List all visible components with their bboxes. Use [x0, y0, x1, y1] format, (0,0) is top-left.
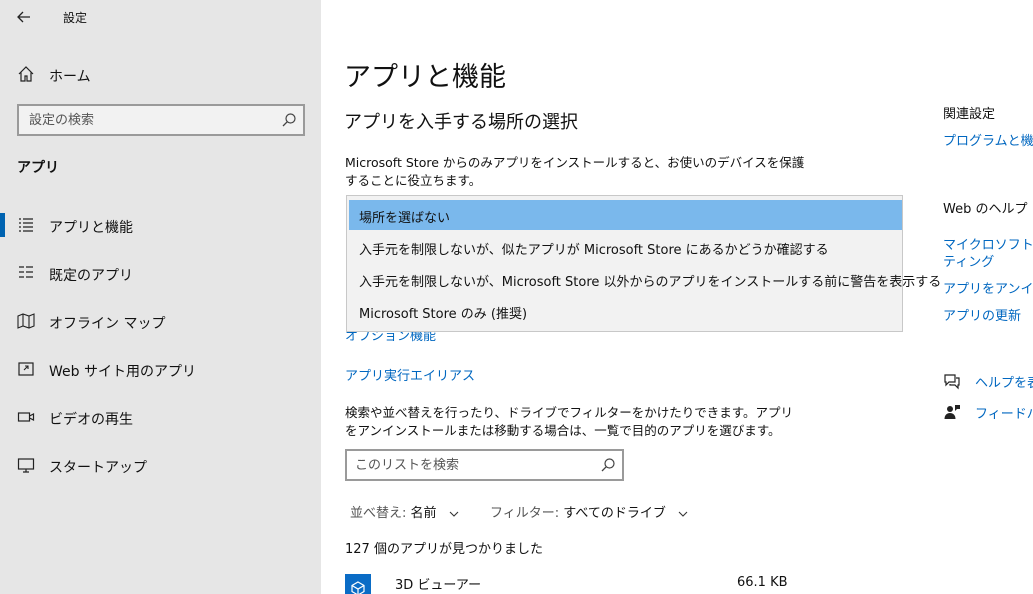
web-help-link-uninstall[interactable]: アプリをアンインス — [943, 278, 1033, 297]
settings-search-box[interactable] — [17, 104, 305, 136]
web-apps-icon — [18, 362, 34, 376]
sidebar-item-apps-features[interactable]: アプリと機能 — [0, 205, 321, 245]
sidebar-item-home[interactable]: ホーム — [0, 57, 321, 91]
sidebar-item-label: 既定のアプリ — [49, 268, 133, 284]
dropdown-option-anywhere[interactable]: 場所を選ばない — [349, 200, 902, 230]
filter-key: フィルター: — [490, 506, 560, 521]
search-icon[interactable] — [281, 112, 297, 128]
dropdown-option-warn-before-install[interactable]: 入手元を制限しないが、Microsoft Store 以外からのアプリをインスト… — [349, 264, 941, 294]
page-title: アプリと機能 — [344, 62, 506, 93]
app-source-description: Microsoft Store からのみアプリをインストールすると、お使いのデバ… — [345, 155, 805, 188]
related-settings-heading: 関連設定 — [943, 107, 996, 122]
app-list-item[interactable]: 3D ビューアー 66.1 KB — [345, 572, 788, 594]
dropdown-option-label: 場所を選ばない — [359, 211, 451, 226]
sidebar-item-video-playback[interactable]: ビデオの再生 — [0, 397, 321, 437]
section-title: アプリを入手する場所の選択 — [344, 112, 578, 133]
sidebar-item-startup[interactable]: スタートアップ — [0, 445, 321, 485]
sidebar-section-apps: アプリ — [17, 160, 59, 176]
web-help-heading: Web のヘルプ — [943, 202, 1028, 217]
back-button[interactable] — [10, 6, 38, 28]
back-arrow-icon — [17, 11, 30, 23]
sidebar-item-label: ホーム — [49, 69, 91, 85]
sidebar-item-label: スタートアップ — [49, 460, 147, 476]
app-size: 66.1 KB — [737, 575, 788, 590]
home-icon — [18, 66, 34, 82]
feedback-icon — [944, 405, 960, 419]
active-indicator — [0, 213, 5, 237]
programs-features-link[interactable]: プログラムと機能 — [943, 130, 1033, 149]
filter-dropdown[interactable]: フィルター: すべてのドライブ — [490, 502, 688, 521]
sidebar-item-offline-maps[interactable]: オフライン マップ — [0, 301, 321, 341]
get-help-link[interactable]: ヘルプを表 — [975, 372, 1033, 391]
dropdown-option-label: 入手元を制限しないが、似たアプリが Microsoft Store にあるかどう… — [359, 243, 829, 258]
settings-search-input[interactable] — [19, 106, 279, 134]
app-list-description: 検索や並べ替えを行ったり、ドライブでフィルターをかけたりできます。アプリをアンイ… — [345, 405, 794, 438]
list-icon — [19, 218, 33, 232]
filter-value: すべてのドライブ — [563, 506, 666, 521]
sort-value: 名前 — [410, 506, 437, 521]
dropdown-option-label: 入手元を制限しないが、Microsoft Store 以外からのアプリをインスト… — [359, 275, 942, 290]
startup-icon — [17, 458, 35, 473]
sidebar-item-label: ビデオの再生 — [49, 412, 133, 428]
related-settings-panel: 関連設定 プログラムと機能 Web のヘルプ マイクロソフト スト ティング ア… — [943, 0, 1033, 594]
app-list-search-input[interactable] — [347, 451, 592, 479]
app-source-dropdown-list[interactable]: 場所を選ばない 入手元を制限しないが、似たアプリが Microsoft Stor… — [346, 195, 941, 332]
sidebar-item-label: オフライン マップ — [49, 316, 166, 332]
map-icon — [17, 313, 35, 329]
app-count: 127 個のアプリが見つかりました — [345, 542, 543, 557]
title-bar: 設定 — [0, 0, 321, 34]
chevron-down-icon — [678, 511, 688, 517]
dropdown-option-label: Microsoft Store のみ (推奨) — [359, 307, 528, 322]
search-icon[interactable] — [600, 457, 616, 473]
dropdown-option-store-only[interactable]: Microsoft Store のみ (推奨) — [349, 296, 902, 326]
sort-key: 並べ替え: — [350, 506, 407, 521]
3d-viewer-icon — [345, 574, 371, 594]
default-apps-icon — [19, 266, 33, 278]
feedback-link[interactable]: フィードバッ — [975, 403, 1033, 422]
sidebar-item-label: アプリと機能 — [49, 220, 133, 236]
web-help-link-update[interactable]: アプリの更新 — [943, 305, 1021, 324]
sort-dropdown[interactable]: 並べ替え: 名前 — [350, 502, 459, 521]
sidebar-item-default-apps[interactable]: 既定のアプリ — [0, 253, 321, 293]
app-name: 3D ビューアー — [395, 578, 482, 593]
chevron-down-icon — [449, 511, 459, 517]
help-chat-icon — [944, 374, 960, 390]
sidebar-item-web-apps[interactable]: Web サイト用のアプリ — [0, 349, 321, 389]
app-execution-alias-link[interactable]: アプリ実行エイリアス — [345, 365, 475, 384]
video-icon — [17, 412, 35, 422]
sidebar-item-label: Web サイト用のアプリ — [49, 364, 196, 380]
window-title: 設定 — [63, 11, 88, 25]
dropdown-option-check-store[interactable]: 入手元を制限しないが、似たアプリが Microsoft Store にあるかどう… — [349, 232, 902, 262]
sidebar: 設定 ホーム アプリ アプリと機能 既定のアプリ オフライン マップ — [0, 0, 321, 594]
web-help-link-store-cont[interactable]: ティング — [943, 251, 994, 270]
app-list-search-box[interactable] — [345, 449, 624, 481]
